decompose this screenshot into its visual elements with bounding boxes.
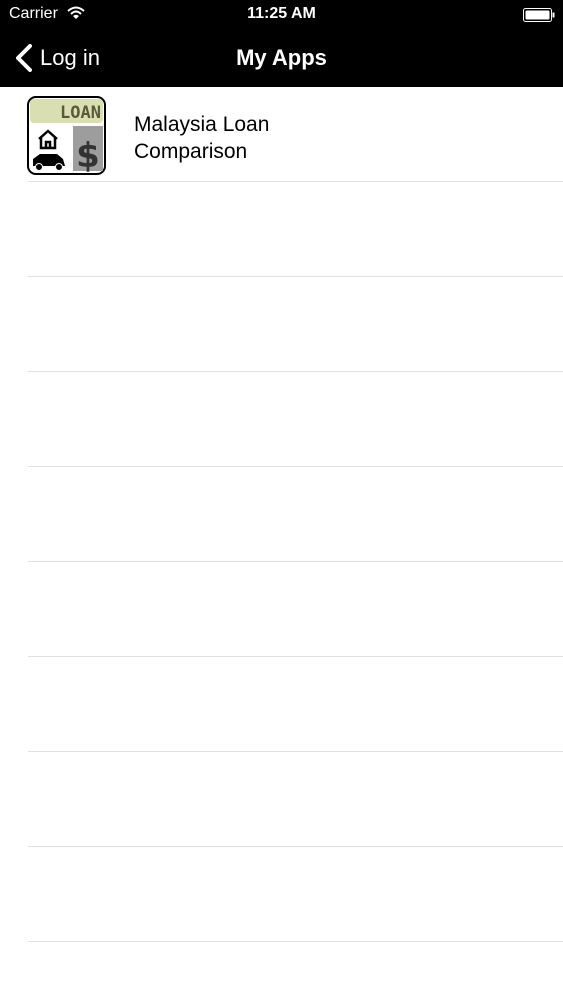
list-item[interactable]: LOAN $ Malaysia Loan Comparison [0,87,563,182]
app-title: Malaysia Loan Comparison [134,111,434,165]
app-icon-label: LOAN [60,103,101,123]
empty-row [0,847,563,942]
battery-icon [523,8,555,22]
empty-row [0,277,563,372]
app-title-line: Malaysia Loan [134,113,270,136]
empty-row [0,657,563,752]
empty-row [0,752,563,847]
empty-row [0,182,563,277]
status-bar: Carrier 11:25 AM [0,0,563,30]
app-list: LOAN $ Malaysia Loan Comparison [0,87,563,1000]
app-title-line: Comparison [134,140,248,163]
page-title: My Apps [236,45,327,70]
app-icon-symbol: $ [76,136,100,175]
navigation-bar: Log in My Apps [0,30,563,87]
empty-row [0,562,563,657]
empty-row [0,372,563,467]
status-time: 11:25 AM [247,5,316,22]
empty-row [0,467,563,562]
loan-app-icon: LOAN $ [27,96,106,175]
